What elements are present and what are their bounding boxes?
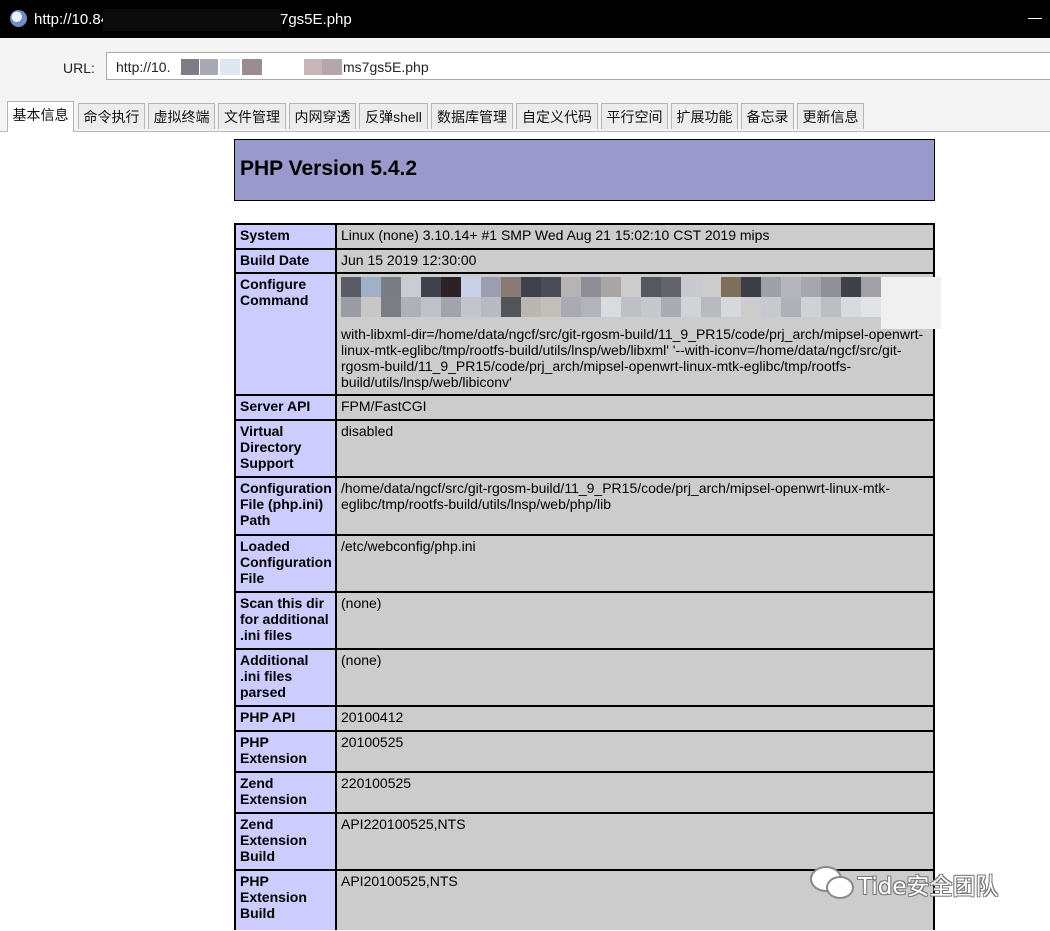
redacted-pixel: [181, 59, 199, 75]
configure-command-text: with-libxml-dir=/home/data/ngcf/src/git-…: [341, 326, 924, 390]
phpinfo-table: System Linux (none) 3.10.14+ #1 SMP Wed …: [234, 223, 941, 930]
row-key: Scan this dir for additional .ini files: [236, 593, 335, 648]
row-value: /etc/webconfig/php.ini: [337, 536, 933, 591]
row-key: PHP Extension Build: [236, 871, 335, 930]
row-key: Configure Command: [236, 274, 335, 394]
row-value: disabled: [337, 421, 933, 476]
row-value: /home/data/ngcf/src/git-rgosm-build/11_9…: [337, 478, 933, 534]
redacted-pixel: [200, 59, 218, 75]
row-value: Jun 15 2019 12:30:00: [337, 250, 933, 272]
table-row: Server API FPM/FastCGI: [235, 395, 934, 420]
tab-virtual-terminal[interactable]: 虚拟终端: [148, 103, 215, 129]
tab-database-manager[interactable]: 数据库管理: [431, 103, 513, 129]
minimize-button[interactable]: [1028, 18, 1042, 19]
window-title-left: http://10.84: [34, 11, 110, 28]
table-row: Scan this dir for additional .ini files …: [235, 592, 934, 649]
row-key: PHP Extension: [236, 732, 335, 771]
table-row: Configuration File (php.ini) Path /home/…: [235, 477, 934, 535]
row-value: 20100412: [337, 707, 933, 730]
table-row: Virtual Directory Support disabled: [235, 420, 934, 477]
redacted-pixel: [304, 59, 322, 75]
row-value: (none): [337, 593, 933, 648]
tab-bar: 基本信息 命令执行 虚拟终端 文件管理 内网穿透 反弹shell 数据库管理 自…: [0, 100, 1050, 132]
row-value: API220100525,NTS: [337, 814, 933, 869]
tab-update-info[interactable]: 更新信息: [797, 103, 864, 129]
table-row: Build Date Jun 15 2019 12:30:00: [235, 249, 934, 273]
tab-extensions[interactable]: 扩展功能: [671, 103, 738, 129]
tab-basic-info[interactable]: 基本信息: [7, 101, 74, 132]
row-key: Zend Extension: [236, 773, 335, 812]
table-row: Zend Extension 220100525: [235, 772, 934, 813]
row-key: System: [236, 225, 335, 248]
url-value-right: ms7gs5E.php: [343, 59, 429, 75]
php-version-header: PHP Version 5.4.2: [234, 139, 935, 201]
table-row: Configure Command with-libxml-dir=/home/…: [235, 273, 941, 395]
wechat-icon-bubble: [826, 876, 854, 899]
row-key: Zend Extension Build: [236, 814, 335, 869]
redacted-region: [103, 9, 281, 31]
row-key: Configuration File (php.ini) Path: [236, 478, 335, 534]
table-row: Loaded Configuration File /etc/webconfig…: [235, 535, 934, 592]
table-row: System Linux (none) 3.10.14+ #1 SMP Wed …: [235, 224, 934, 249]
tab-reverse-shell[interactable]: 反弹shell: [359, 103, 428, 129]
watermark-text: Tide安全团队: [858, 874, 999, 900]
url-input[interactable]: http://10. ms7gs5E.php: [106, 52, 1050, 80]
tab-intranet-tunnel[interactable]: 内网穿透: [289, 103, 356, 129]
redacted-mosaic: [341, 277, 941, 329]
redacted-pixel: [242, 59, 262, 75]
row-value: 20100525: [337, 732, 933, 771]
row-key: Virtual Directory Support: [236, 421, 335, 476]
row-key: Build Date: [236, 250, 335, 272]
row-value: Linux (none) 3.10.14+ #1 SMP Wed Aug 21 …: [337, 225, 933, 248]
tab-file-manager[interactable]: 文件管理: [218, 103, 286, 129]
watermark: Tide安全团队: [810, 862, 1030, 902]
row-key: Additional .ini files parsed: [236, 650, 335, 705]
table-row: PHP API 20100412: [235, 706, 934, 731]
tab-command-exec[interactable]: 命令执行: [78, 103, 145, 129]
table-row: PHP Extension 20100525: [235, 731, 934, 772]
row-key: Server API: [236, 396, 335, 419]
tab-parallel-space[interactable]: 平行空间: [601, 103, 668, 129]
tab-custom-code[interactable]: 自定义代码: [516, 103, 598, 129]
table-row: Additional .ini files parsed (none): [235, 649, 934, 706]
row-value: 220100525: [337, 773, 933, 812]
url-label: URL:: [63, 60, 95, 76]
tab-memo[interactable]: 备忘录: [741, 103, 794, 129]
url-value-left: http://10.: [116, 59, 171, 75]
row-key: Loaded Configuration File: [236, 536, 335, 591]
url-bar: URL: http://10. ms7gs5E.php: [0, 38, 1050, 100]
redacted-pixel: [322, 59, 342, 75]
row-value: (none): [337, 650, 933, 705]
redacted-pixel: [220, 59, 240, 75]
row-value-configure: with-libxml-dir=/home/data/ngcf/src/git-…: [337, 274, 941, 394]
row-value: FPM/FastCGI: [337, 396, 933, 419]
globe-icon: [10, 10, 27, 27]
row-key: PHP API: [236, 707, 335, 730]
window-titlebar: http://10.84 7gs5E.php: [0, 0, 1050, 38]
php-version-title: PHP Version 5.4.2: [240, 157, 418, 180]
window-title-right: 7gs5E.php: [280, 11, 352, 28]
